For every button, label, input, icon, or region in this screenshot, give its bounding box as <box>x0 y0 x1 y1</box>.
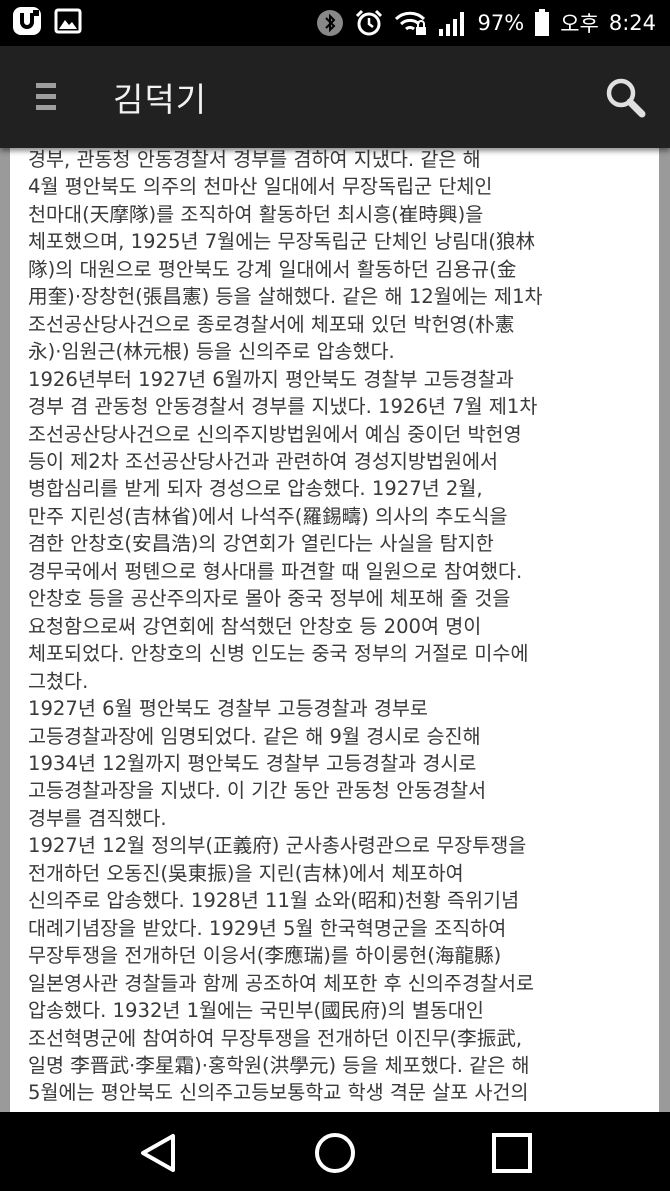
alarm-icon <box>354 8 384 38</box>
back-icon[interactable] <box>137 1132 179 1174</box>
carrier-u-icon <box>12 6 42 40</box>
article-line: 겸한 안창호(安昌浩)의 강연회가 열린다는 사실을 탐지한 <box>28 532 494 556</box>
clock-time: 8:24 <box>608 11 656 35</box>
article-body: 경부, 관동청 안동경찰서 경부를 겸하여 지냈다. 같은 해 4월 평안북도 의… <box>28 148 653 1107</box>
battery-percent: 97% <box>477 11 525 35</box>
article-line: 전개하던 오동진(吳東振)을 지린(吉林)에서 체포하여 <box>28 861 464 885</box>
gallery-icon <box>54 8 82 38</box>
navigation-bar <box>0 1112 670 1191</box>
status-bar-left <box>12 6 82 40</box>
article-line: 체포했으며, 1925년 7월에는 무장독립군 단체인 낭림대(狼林 <box>28 230 536 254</box>
home-icon[interactable] <box>314 1132 356 1174</box>
page-title: 김덕기 <box>113 80 208 119</box>
article-line: 무장투쟁을 전개하던 이응서(李應瑞)를 하이룽현(海龍縣) <box>28 944 502 968</box>
status-bar-right: 97% 오후 8:24 <box>316 8 656 38</box>
article-line: 등이 제2차 조선공산당사건과 관련하여 경성지방법원에서 <box>28 449 499 473</box>
app-bar: 김덕기 <box>0 46 670 148</box>
article-line: 고등경찰과장을 지냈다. 이 기간 동안 관동청 안동경찰서 <box>28 779 487 803</box>
article-line: 1926년부터 1927년 6월까지 평안북도 경찰부 고등경찰과 <box>28 367 514 391</box>
article-line: 병합심리를 받게 되자 경성으로 압송했다. 1927년 2월, <box>28 477 483 501</box>
article-line: 압송했다. 1932년 1월에는 국민부(國民府)의 별동대인 <box>28 999 484 1023</box>
article-panel[interactable]: 경부, 관동청 안동경찰서 경부를 겸하여 지냈다. 같은 해 4월 평안북도 의… <box>10 148 659 1112</box>
article-line: 경무국에서 펑톈으로 형사대를 파견할 때 일원으로 참여했다. <box>28 559 523 583</box>
battery-icon <box>534 9 550 37</box>
status-bar: 97% 오후 8:24 <box>0 0 670 46</box>
article-line: 1927년 6월 평안북도 경찰부 고등경찰과 경부로 <box>28 697 428 721</box>
article-line: 조선공산당사건으로 종로경찰서에 체포돼 있던 박헌영(朴憲 <box>28 312 515 336</box>
article-line: 永)·임원근(林元根) 등을 신의주로 압송했다. <box>28 340 395 364</box>
article-line: 체포되었다. 안창호의 신병 인도는 중국 정부의 거절로 미수에 <box>28 642 529 666</box>
article-line: 그쳤다. <box>28 669 89 693</box>
article-line: 일명 李晋武·李星霜)·홍학원(洪學元) 등을 체포했다. 같은 해 <box>28 1053 530 1077</box>
article-line: 1927년 12월 정의부(正義府) 군사총사령관으로 무장투쟁을 <box>28 834 527 858</box>
article-line: 고등경찰과장에 임명되었다. 같은 해 9월 경시로 승진해 <box>28 724 481 748</box>
wifi-lock-icon <box>394 9 428 37</box>
bluetooth-icon <box>316 9 344 37</box>
menu-icon[interactable] <box>36 83 56 111</box>
search-icon[interactable] <box>604 76 646 118</box>
article-line: 1934년 12월까지 평안북도 경찰부 고등경찰과 경시로 <box>28 751 477 775</box>
recent-apps-icon[interactable] <box>491 1132 533 1174</box>
article-line: 요청함으로써 강연회에 참석했던 안창호 등 200여 명이 <box>28 614 482 638</box>
article-line: 4월 평안북도 의주의 천마산 일대에서 무장독립군 단체인 <box>28 175 493 199</box>
article-line: 用奎)·장창헌(張昌憲) 등을 살해했다. 같은 해 12월에는 제1차 <box>28 285 543 309</box>
article-line: 대례기념장을 받았다. 1929년 5월 한국혁명군을 조직하여 <box>28 916 507 940</box>
signal-strength-icon <box>438 9 468 37</box>
article-line: 천마대(天摩隊)를 조직하여 활동하던 최시흥(崔時興)을 <box>28 202 484 226</box>
article-line: 경부 겸 관동청 안동경찰서 경부를 지냈다. 1926년 7월 제1차 <box>28 395 538 419</box>
article-line: 일본영사관 경찰들과 함께 공조하여 체포한 후 신의주경찰서로 <box>28 971 535 995</box>
content-area: 경부, 관동청 안동경찰서 경부를 겸하여 지냈다. 같은 해 4월 평안북도 의… <box>0 148 670 1112</box>
article-line: 조선공산당사건으로 신의주지방법원에서 예심 중이던 박헌영 <box>28 422 522 446</box>
article-line: 5월에는 평안북도 신의주고등보통학교 학생 격문 살포 사건의 <box>28 1081 529 1105</box>
article-line: 만주 지린성(吉林省)에서 나석주(羅錫疇) 의사의 추도식을 <box>28 504 508 528</box>
article-line: 안창호 등을 공산주의자로 몰아 중국 정부에 체포해 줄 것을 <box>28 587 511 611</box>
article-line: 隊)의 대원으로 평안북도 강계 일대에서 활동하던 김용규(金 <box>28 257 517 281</box>
am-pm-label: 오후 <box>560 12 599 36</box>
article-line: 경부를 겸직했다. <box>28 806 167 830</box>
article-line: 신의주로 압송했다. 1928년 11월 쇼와(昭和)천황 즉위기념 <box>28 889 520 913</box>
article-line: 경부, 관동청 안동경찰서 경부를 겸하여 지냈다. 같은 해 <box>28 148 481 171</box>
article-line: 조선혁명군에 참여하여 무장투쟁을 전개하던 이진무(李振武, <box>28 1026 523 1050</box>
